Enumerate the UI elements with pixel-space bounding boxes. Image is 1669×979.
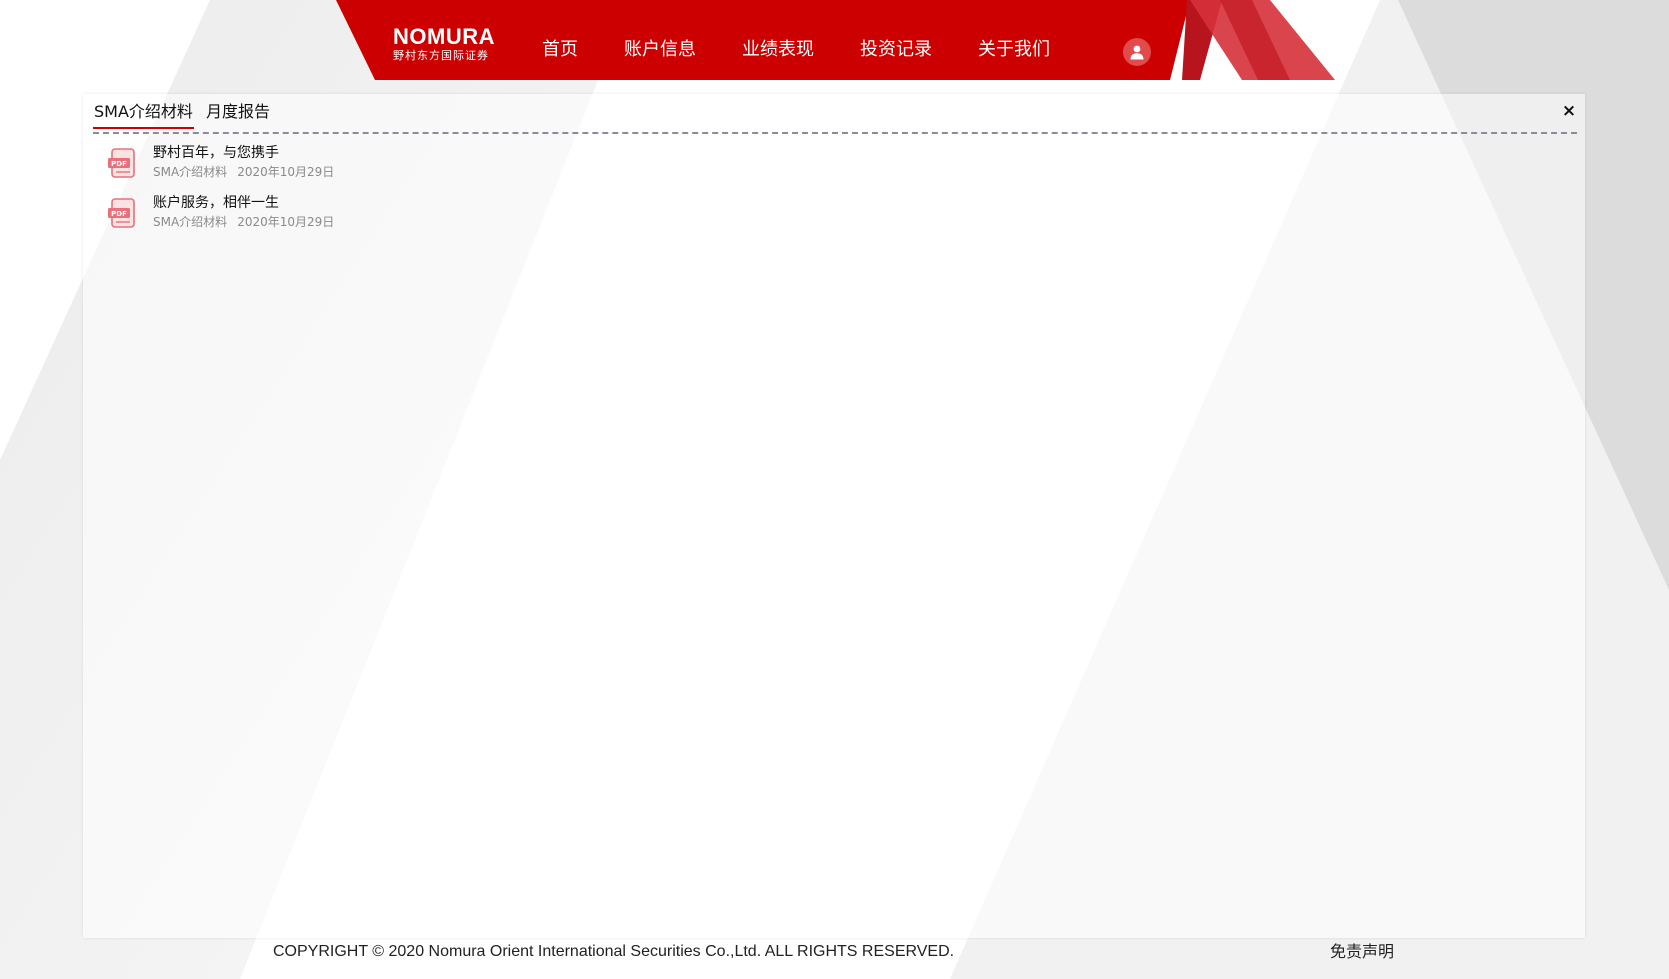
top-header: NOMURA 野村东方国际证券 首页 账户信息 业绩表现 投资记录 关于我们 [0,0,1669,80]
document-title: 账户服务，相伴一生 [153,195,279,211]
document-item[interactable]: PDF 野村百年，与您携手 SMA介绍材料 2020年10月29日 [107,143,707,185]
nav-item-account-info[interactable]: 账户信息 [624,38,696,62]
brand-logo[interactable]: NOMURA 野村东方国际证券 [393,26,495,63]
materials-panel: SMA介绍材料 月度报告 × PDF 野村百年，与您携手 SMA介绍材料 2020… [83,94,1585,938]
close-button[interactable]: × [1560,102,1578,120]
user-avatar-button[interactable] [1123,38,1151,66]
document-item[interactable]: PDF 账户服务，相伴一生 SMA介绍材料 2020年10月29日 [107,193,707,235]
svg-text:PDF: PDF [111,160,127,168]
document-date: 2020年10月29日 [237,165,335,179]
document-title: 野村百年，与您携手 [153,145,279,161]
footer-copyright: COPYRIGHT © 2020 Nomura Orient Internati… [273,943,955,960]
document-meta: SMA介绍材料 2020年10月29日 [153,163,334,181]
nav-item-home[interactable]: 首页 [542,38,578,62]
svg-text:PDF: PDF [111,210,127,218]
logo-subtitle: 野村东方国际证券 [393,49,489,62]
logo-wordmark: NOMURA [393,24,495,49]
document-date: 2020年10月29日 [237,215,335,229]
nav-item-about-us[interactable]: 关于我们 [978,38,1050,62]
document-category: SMA介绍材料 [153,165,228,179]
pdf-icon: PDF [108,148,135,178]
header-band [336,0,1335,80]
user-icon [1130,45,1144,60]
tab-monthly-report[interactable]: 月度报告 [205,100,271,124]
nav-item-investment-records[interactable]: 投资记录 [860,38,932,62]
document-category: SMA介绍材料 [153,215,228,229]
document-meta: SMA介绍材料 2020年10月29日 [153,213,334,231]
nav-item-performance[interactable]: 业绩表现 [742,38,814,62]
disclaimer-link[interactable]: 免责声明 [1330,942,1394,962]
tab-sma-materials[interactable]: SMA介绍材料 [93,100,194,129]
pdf-icon: PDF [108,198,135,228]
tab-divider [93,132,1577,134]
